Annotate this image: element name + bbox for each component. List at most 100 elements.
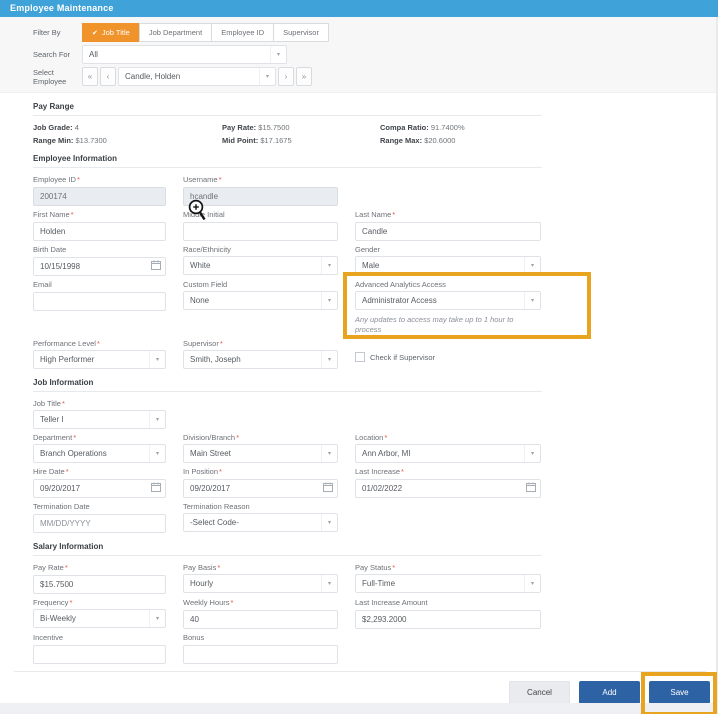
last-name-label: Last Name* [355,210,396,219]
custom-field-group: Custom Field None ▾ [183,280,338,310]
bonus-field[interactable] [183,645,338,664]
advanced-analytics-label: Advanced Analytics Access [355,280,446,289]
form-content: Pay Range Job Grade: 4 Pay Rate: $15.750… [0,102,718,664]
calendar-icon[interactable] [526,482,536,492]
chevron-down-icon: ▾ [149,445,165,462]
employee-info-section-title: Employee Information [33,154,542,168]
supervisor-label: Supervisor* [183,339,223,348]
division-branch-select[interactable]: Main Street ▾ [183,444,338,463]
chevron-down-icon: ▾ [149,351,165,368]
chevron-down-icon: ▾ [149,610,165,627]
mid-point-label: Mid Point: [222,136,259,145]
next-employee-button[interactable]: › [278,67,294,86]
select-employee-select[interactable]: Candle, Holden ▾ [118,67,276,86]
range-max-value: $20.6000 [424,136,456,145]
calendar-icon[interactable] [151,482,161,492]
employee-info-section: Employee ID* Username* First Name* Middl… [33,175,718,369]
select-employee-label: Select Employee [33,67,67,86]
in-position-field[interactable] [183,479,338,498]
employee-maintenance-window: Employee Maintenance Filter By ✔ Job Tit… [0,0,718,714]
tab-job-department[interactable]: Job Department [138,23,213,42]
location-field-group: Location* Ann Arbor, MI ▾ [355,433,541,463]
last-increase-amount-field[interactable] [355,610,541,629]
email-label: Email [33,280,52,289]
save-button[interactable]: Save [649,681,710,704]
race-ethnicity-select[interactable]: White ▾ [183,256,338,275]
required-marker: * [384,433,388,442]
required-marker: * [69,598,73,607]
cancel-button[interactable]: Cancel [509,681,570,704]
search-for-row: Search For All ▾ [33,45,718,64]
termination-reason-select[interactable]: -Select Code- ▾ [183,513,338,532]
pay-rate-field[interactable] [33,575,166,594]
department-select[interactable]: Branch Operations ▾ [33,444,166,463]
add-button[interactable]: Add [579,681,640,704]
pay-basis-select[interactable]: Hourly ▾ [183,574,338,593]
first-employee-button[interactable]: « [82,67,98,86]
gender-select[interactable]: Male ▾ [355,256,541,275]
termination-reason-value: -Select Code- [190,518,239,527]
location-label: Location* [355,433,388,442]
search-for-select[interactable]: All ▾ [82,45,287,64]
location-select[interactable]: Ann Arbor, MI ▾ [355,444,541,463]
tab-job-title[interactable]: ✔ Job Title [82,23,140,42]
first-name-label: First Name* [33,210,74,219]
incentive-field[interactable] [33,645,166,664]
supervisor-select[interactable]: Smith, Joseph ▾ [183,350,338,369]
supervisor-value: Smith, Joseph [190,355,241,364]
birth-date-label: Birth Date [33,245,67,254]
custom-field-value: None [190,296,210,305]
compa-ratio-stat: Compa Ratio: 91.7400% [380,123,542,132]
last-employee-button[interactable]: » [296,67,312,86]
middle-initial-field[interactable] [183,222,338,241]
first-name-field-group: First Name* [33,210,166,241]
last-name-field[interactable] [355,222,541,241]
required-marker: * [61,399,65,408]
tab-employee-id-label: Employee ID [221,28,265,37]
termination-date-field[interactable] [33,514,166,533]
first-name-field[interactable] [33,222,166,241]
job-title-select[interactable]: Teller I ▾ [33,410,166,429]
race-field-group: Race/Ethnicity White ▾ [183,245,338,275]
employee-id-field-group: Employee ID* [33,175,166,206]
frequency-select[interactable]: Bi-Weekly ▾ [33,609,166,628]
tab-supervisor[interactable]: Supervisor [273,23,329,42]
calendar-icon[interactable] [323,482,333,492]
required-marker: * [73,433,77,442]
bonus-field-group: Bonus [183,633,338,664]
previous-employee-button[interactable]: ‹ [100,67,116,86]
employee-id-label: Employee ID* [33,175,80,184]
search-for-label: Search For [33,50,71,59]
tab-employee-id[interactable]: Employee ID [211,23,275,42]
hire-date-field[interactable] [33,479,166,498]
performance-level-label: Performance Level* [33,339,100,348]
weekly-hours-field[interactable] [183,610,338,629]
job-title-value: Teller I [40,415,64,424]
pay-status-select[interactable]: Full-Time ▾ [355,574,541,593]
pay-range-stats: Job Grade: 4 Pay Rate: $15.7500 Compa Ra… [33,123,542,145]
check-if-supervisor-checkbox[interactable] [355,352,365,362]
performance-level-select[interactable]: High Performer ▾ [33,350,166,369]
range-min-label: Range Min: [33,136,74,145]
email-field[interactable] [33,292,166,311]
termination-date-label: Termination Date [33,502,90,511]
pay-status-value: Full-Time [362,579,396,588]
last-increase-label: Last Increase* [355,467,404,476]
last-increase-field[interactable] [355,479,541,498]
calendar-icon[interactable] [151,260,161,270]
middle-initial-field-group: Middle Initial [183,210,338,241]
last-increase-amount-field-group: Last Increase Amount [355,598,541,629]
chevron-down-icon: ▾ [270,46,286,63]
pay-basis-field-group: Pay Basis* Hourly ▾ [183,563,338,593]
advanced-analytics-select[interactable]: Administrator Access ▾ [355,291,541,310]
birth-date-field[interactable] [33,257,166,276]
required-marker: * [64,563,68,572]
in-position-field-group: In Position* [183,467,338,498]
chevron-down-icon: ▾ [321,514,337,531]
search-for-value: All [89,50,98,59]
form-row: Incentive Bonus [33,633,574,664]
pay-status-field-group: Pay Status* Full-Time ▾ [355,563,541,593]
gender-value: Male [362,261,380,270]
range-min-stat: Range Min: $13.7300 [33,136,222,145]
custom-field-select[interactable]: None ▾ [183,291,338,310]
